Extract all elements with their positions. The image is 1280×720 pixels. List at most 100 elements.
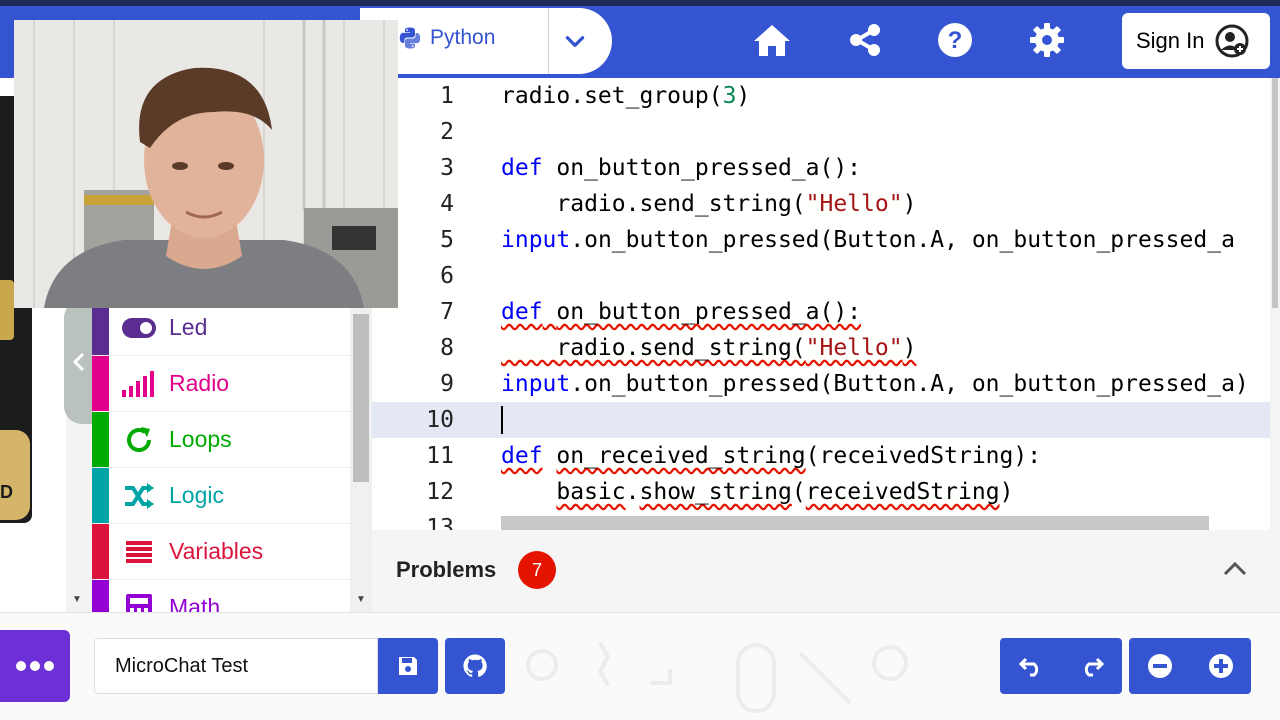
- code-text[interactable]: radio.send_string("Hello"): [501, 330, 916, 366]
- code-line[interactable]: 8 radio.send_string("Hello"): [372, 330, 1280, 366]
- zoom-out-icon[interactable]: [1147, 653, 1173, 679]
- code-line[interactable]: 6: [372, 258, 1280, 294]
- toolbox-item-label: Logic: [169, 482, 224, 508]
- code-text[interactable]: radio.send_string("Hello"): [501, 186, 916, 222]
- code-text[interactable]: def on_received_string(receivedString):: [501, 438, 1041, 474]
- code-text[interactable]: input.on_button_pressed(Button.A, on_but…: [501, 366, 1249, 402]
- problems-panel[interactable]: Problems 7: [372, 530, 1280, 612]
- simulator-pin: [0, 280, 14, 340]
- category-color-bar: [92, 524, 109, 579]
- chevron-down-icon[interactable]: [562, 28, 588, 54]
- code-line[interactable]: 12 basic.show_string(receivedString): [372, 474, 1280, 510]
- line-number: 12: [426, 479, 454, 505]
- language-label: Python: [430, 26, 496, 49]
- language-divider: [548, 8, 549, 74]
- scroll-down-icon[interactable]: ▼: [72, 594, 82, 605]
- list-icon: [109, 540, 169, 564]
- help-button[interactable]: ?: [935, 20, 975, 60]
- github-button[interactable]: [445, 638, 505, 694]
- makecode-editor: Python ? Sign In D Led Radio Loops Logic…: [0, 0, 1280, 720]
- horizontal-scrollbar[interactable]: [501, 516, 1209, 530]
- toolbox-item-loops[interactable]: Loops: [92, 412, 350, 468]
- decorative-background-icons: [526, 642, 908, 713]
- category-color-bar: [92, 356, 109, 411]
- code-line[interactable]: 3 def on_button_pressed_a():: [372, 150, 1280, 186]
- category-color-bar: [92, 580, 109, 612]
- zoom-in-icon[interactable]: [1208, 653, 1234, 679]
- sign-in-button[interactable]: Sign In: [1122, 13, 1270, 69]
- code-text[interactable]: radio.set_group(3): [501, 78, 750, 114]
- share-icon: [850, 24, 880, 56]
- account-icon: [1215, 24, 1248, 58]
- github-icon: [463, 654, 487, 677]
- toolbox-item-logic[interactable]: Logic: [92, 468, 350, 524]
- language-toggle[interactable]: Python: [398, 26, 495, 50]
- toolbox-item-label: Math: [169, 594, 221, 612]
- webcam-video-overlay: [14, 20, 398, 308]
- category-color-bar: [92, 468, 109, 523]
- webcam-person-image: [14, 20, 398, 308]
- toolbox-item-label: Loops: [169, 426, 232, 452]
- home-button[interactable]: [752, 20, 792, 60]
- header-accent-strip: [0, 0, 1280, 6]
- simulator-pin-label: D: [0, 430, 30, 520]
- home-icon: [754, 25, 790, 56]
- undo-redo-group: [1000, 638, 1122, 694]
- toolbox: Led Radio Loops Logic Variables Math: [92, 300, 350, 612]
- code-line[interactable]: 2: [372, 114, 1280, 150]
- sign-in-label: Sign In: [1136, 28, 1205, 53]
- code-line[interactable]: 1 radio.set_group(3): [372, 78, 1280, 114]
- toolbox-item-math[interactable]: Math: [92, 580, 350, 612]
- code-text[interactable]: def on_button_pressed_a():: [501, 150, 861, 186]
- code-text[interactable]: def on_button_pressed_a():: [501, 294, 861, 330]
- refresh-icon: [109, 424, 169, 456]
- editor-scrollbar[interactable]: [1270, 78, 1280, 530]
- chevron-up-icon[interactable]: [1220, 554, 1250, 584]
- toolbox-item-label: Led: [169, 314, 208, 340]
- code-line[interactable]: 11 def on_received_string(receivedString…: [372, 438, 1280, 474]
- category-color-bar: [92, 300, 109, 355]
- zoom-group: [1129, 638, 1251, 694]
- signal-bars-icon: [109, 370, 169, 398]
- problems-count-badge: 7: [518, 551, 556, 589]
- redo-icon[interactable]: [1079, 655, 1105, 677]
- line-number: 11: [426, 443, 454, 469]
- collapse-simulator-button[interactable]: [64, 300, 94, 424]
- code-editor[interactable]: 1 radio.set_group(3) 2 3 def on_button_p…: [372, 78, 1280, 530]
- code-line[interactable]: 4 radio.send_string("Hello"): [372, 186, 1280, 222]
- line-number: 9: [440, 371, 454, 397]
- toolbox-item-label: Variables: [169, 538, 264, 564]
- shuffle-icon: [109, 482, 169, 510]
- save-icon: [399, 657, 417, 675]
- scroll-down-icon[interactable]: ▼: [356, 594, 366, 605]
- category-color-bar: [92, 412, 109, 467]
- toolbox-item-led[interactable]: Led: [92, 300, 350, 356]
- editor-scroll-thumb[interactable]: [1272, 78, 1278, 308]
- code-line-active[interactable]: 10: [372, 402, 1280, 438]
- code-line[interactable]: 7 def on_button_pressed_a():: [372, 294, 1280, 330]
- undo-icon[interactable]: [1018, 655, 1044, 677]
- toolbox-item-variables[interactable]: Variables: [92, 524, 350, 580]
- code-line[interactable]: 9 input.on_button_pressed(Button.A, on_b…: [372, 366, 1280, 402]
- line-number: 10: [426, 407, 454, 433]
- gear-icon: [1030, 23, 1064, 57]
- more-dots-icon: [16, 661, 54, 671]
- more-button[interactable]: [0, 630, 70, 702]
- toolbox-scrollbar[interactable]: ▼: [350, 300, 372, 612]
- toolbox-scroll-thumb[interactable]: [353, 314, 369, 482]
- line-number: 8: [440, 335, 454, 361]
- help-icon: ?: [938, 23, 972, 57]
- line-number: 13: [426, 515, 454, 530]
- svg-text:?: ?: [948, 27, 963, 54]
- share-button[interactable]: [845, 20, 885, 60]
- code-text[interactable]: basic.show_string(receivedString): [501, 474, 1013, 510]
- project-name-input[interactable]: [94, 638, 378, 694]
- save-button[interactable]: [378, 638, 438, 694]
- toolbox-item-radio[interactable]: Radio: [92, 356, 350, 412]
- settings-button[interactable]: [1027, 20, 1067, 60]
- code-text[interactable]: input.on_button_pressed(Button.A, on_but…: [501, 222, 1235, 258]
- chevron-left-icon: [72, 352, 85, 372]
- python-logo-icon: [399, 27, 421, 49]
- toggle-icon: [109, 317, 169, 339]
- code-line[interactable]: 5 input.on_button_pressed(Button.A, on_b…: [372, 222, 1280, 258]
